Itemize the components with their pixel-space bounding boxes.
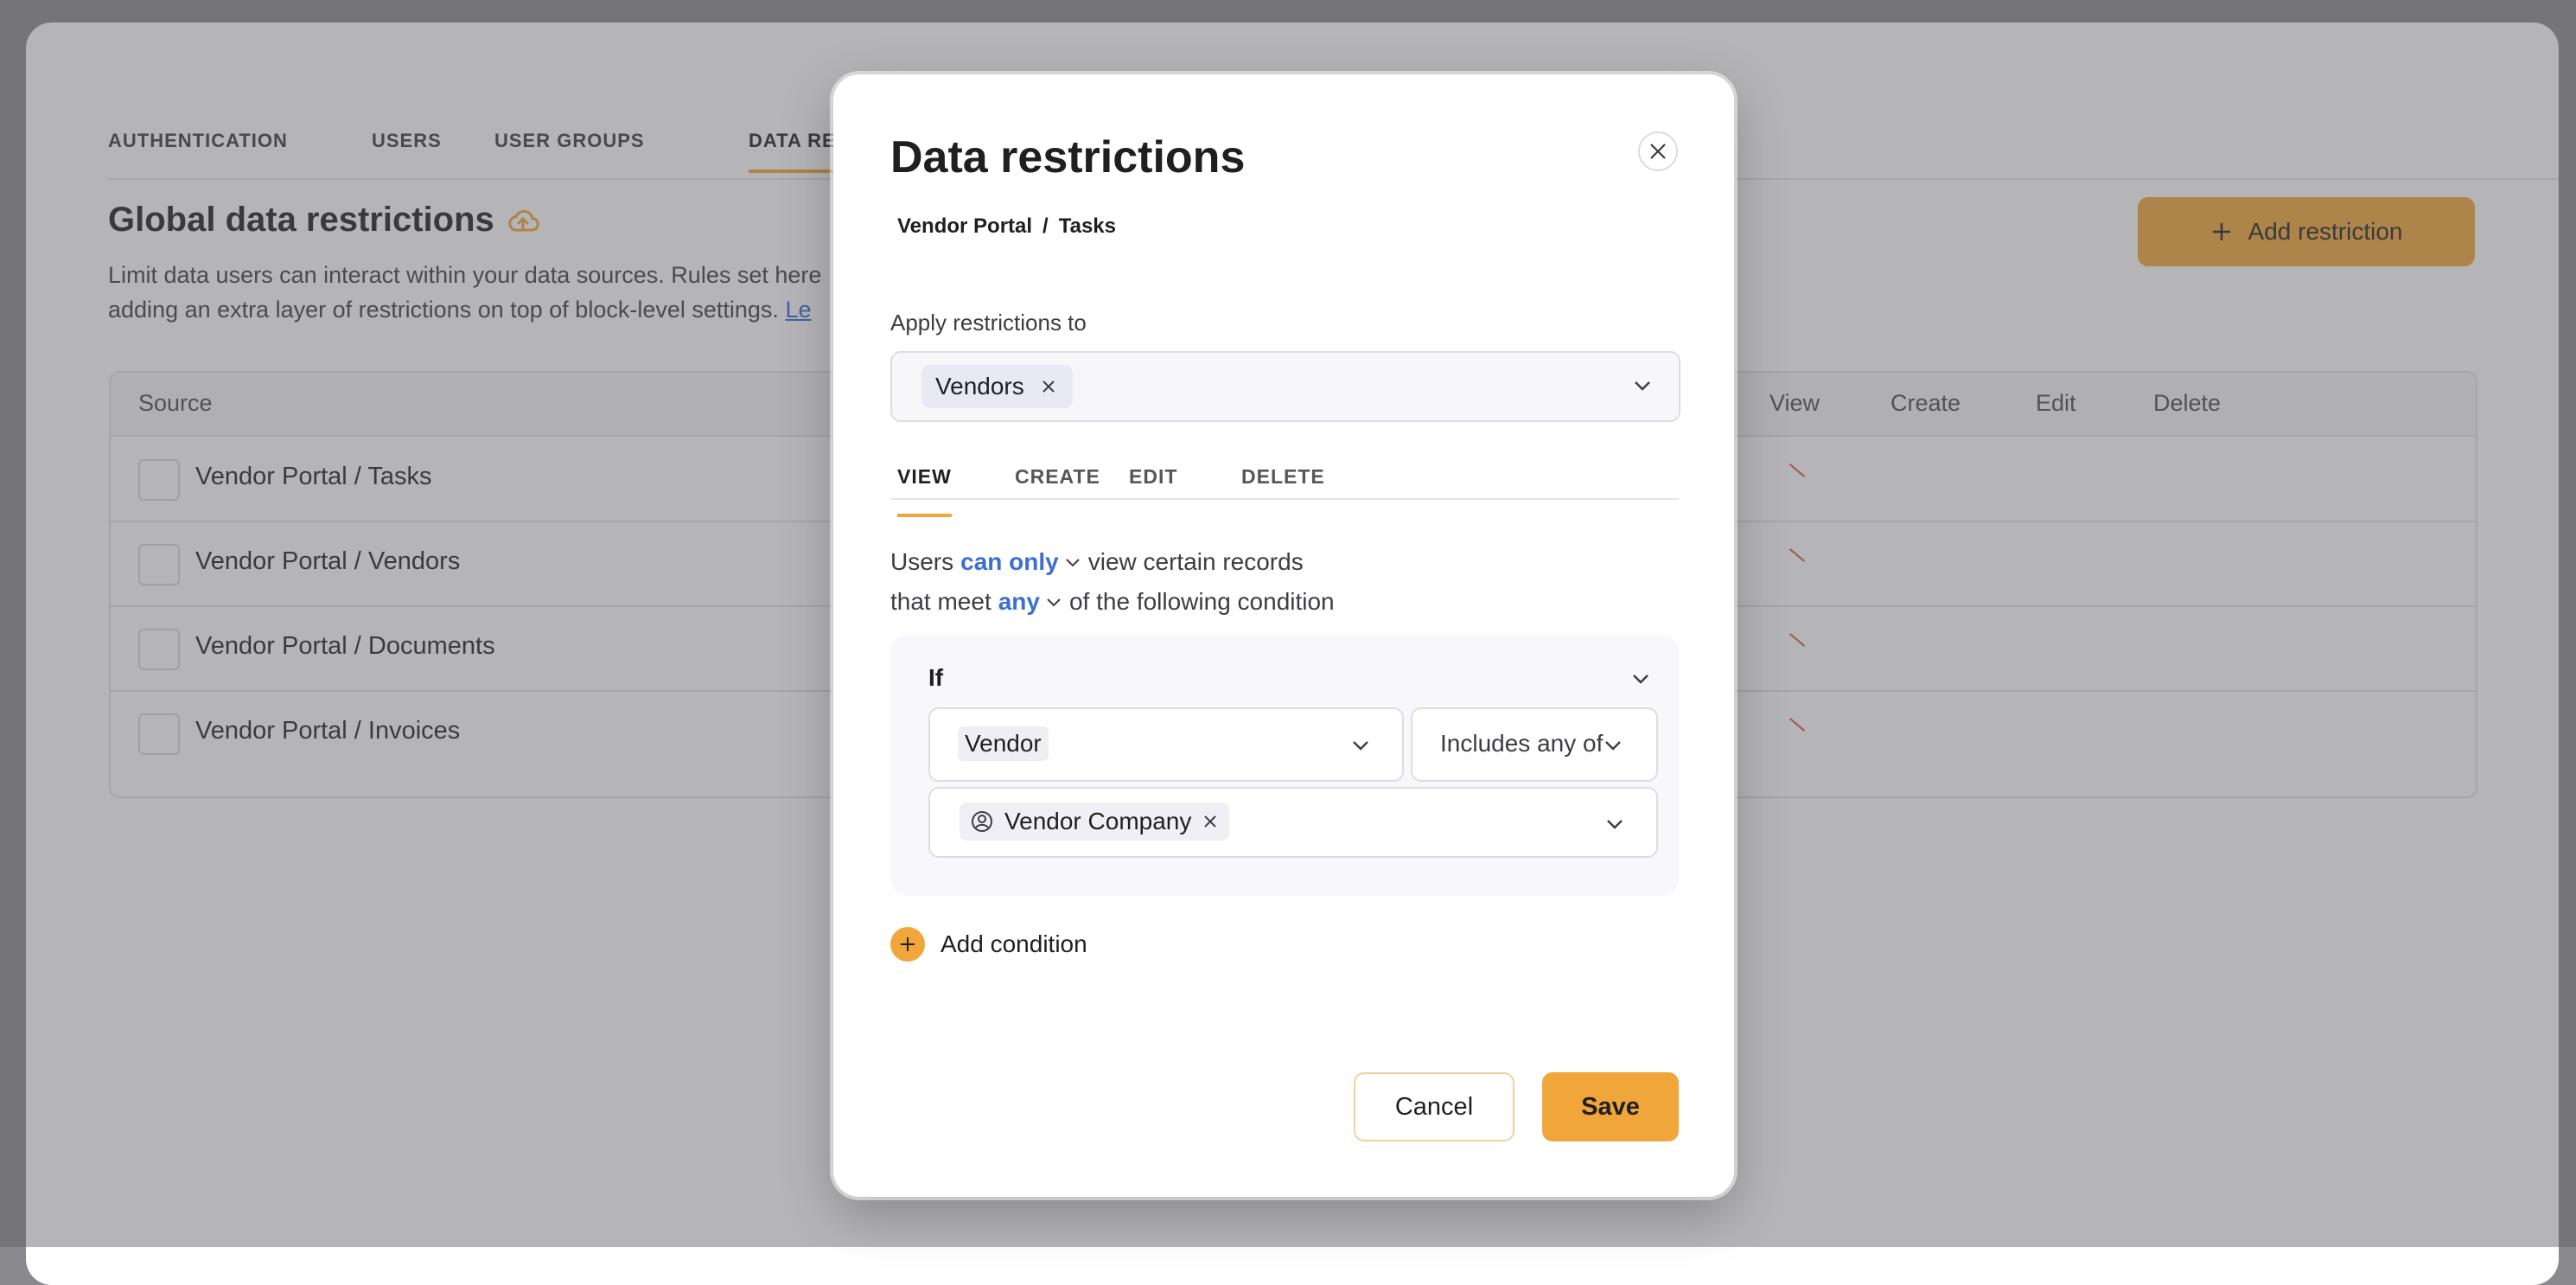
close-button[interactable]	[1638, 131, 1678, 171]
add-condition-button[interactable]: Add condition	[890, 927, 1087, 962]
condition-value-select[interactable]: Vendor Company	[928, 787, 1658, 858]
value-chip: Vendor Company	[960, 802, 1230, 841]
breadcrumb-separator: /	[1043, 214, 1049, 238]
data-restrictions-modal: Data restrictions Vendor Portal / Tasks …	[833, 74, 1734, 1197]
tab-edit[interactable]: EDIT	[1129, 465, 1177, 489]
remove-chip-icon[interactable]	[1202, 813, 1219, 830]
apply-restrictions-label: Apply restrictions to	[890, 310, 1087, 336]
tab-view[interactable]: VIEW	[897, 465, 952, 517]
tab-delete[interactable]: DELETE	[1241, 465, 1325, 489]
breadcrumb-table[interactable]: Tasks	[1059, 214, 1116, 239]
modal-title: Data restrictions	[890, 132, 1246, 182]
selected-group-chip: Vendors	[921, 365, 1073, 408]
breadcrumb: Vendor Portal / Tasks	[897, 214, 1116, 239]
cancel-button[interactable]: Cancel	[1354, 1072, 1514, 1141]
tab-create[interactable]: CREATE	[1015, 465, 1100, 489]
rule-sentence-1: Users can only view certain records	[890, 548, 1304, 576]
breadcrumb-app[interactable]: Vendor Portal	[897, 214, 1032, 239]
save-button[interactable]: Save	[1542, 1072, 1679, 1141]
chevron-down-icon	[1607, 820, 1623, 829]
condition-if-label: If	[928, 664, 944, 691]
user-circle-icon	[972, 811, 992, 832]
condition-operator-select[interactable]: Includes any of	[1411, 707, 1658, 782]
apply-restrictions-select[interactable]: Vendors	[890, 351, 1680, 422]
plus-circle-icon	[890, 927, 925, 962]
chevron-down-icon	[1066, 559, 1080, 567]
chevron-down-icon[interactable]	[1632, 377, 1653, 394]
match-mode-dropdown[interactable]: any	[998, 588, 1062, 616]
rule-sentence-2: that meet any of the following condition	[890, 588, 1335, 616]
chevron-down-icon	[1047, 598, 1061, 607]
access-mode-dropdown[interactable]: can only	[960, 548, 1081, 576]
condition-field-select[interactable]: Vendor	[928, 707, 1404, 782]
remove-chip-icon[interactable]	[1040, 378, 1057, 395]
condition-group: If Vendor Includes any of Vendor Company	[890, 635, 1679, 896]
chevron-down-icon[interactable]	[1630, 671, 1651, 687]
permission-tabs: VIEW CREATE EDIT DELETE	[890, 446, 1679, 517]
chevron-down-icon	[1605, 741, 1621, 751]
chevron-down-icon	[1353, 741, 1368, 751]
close-icon	[1650, 144, 1666, 159]
